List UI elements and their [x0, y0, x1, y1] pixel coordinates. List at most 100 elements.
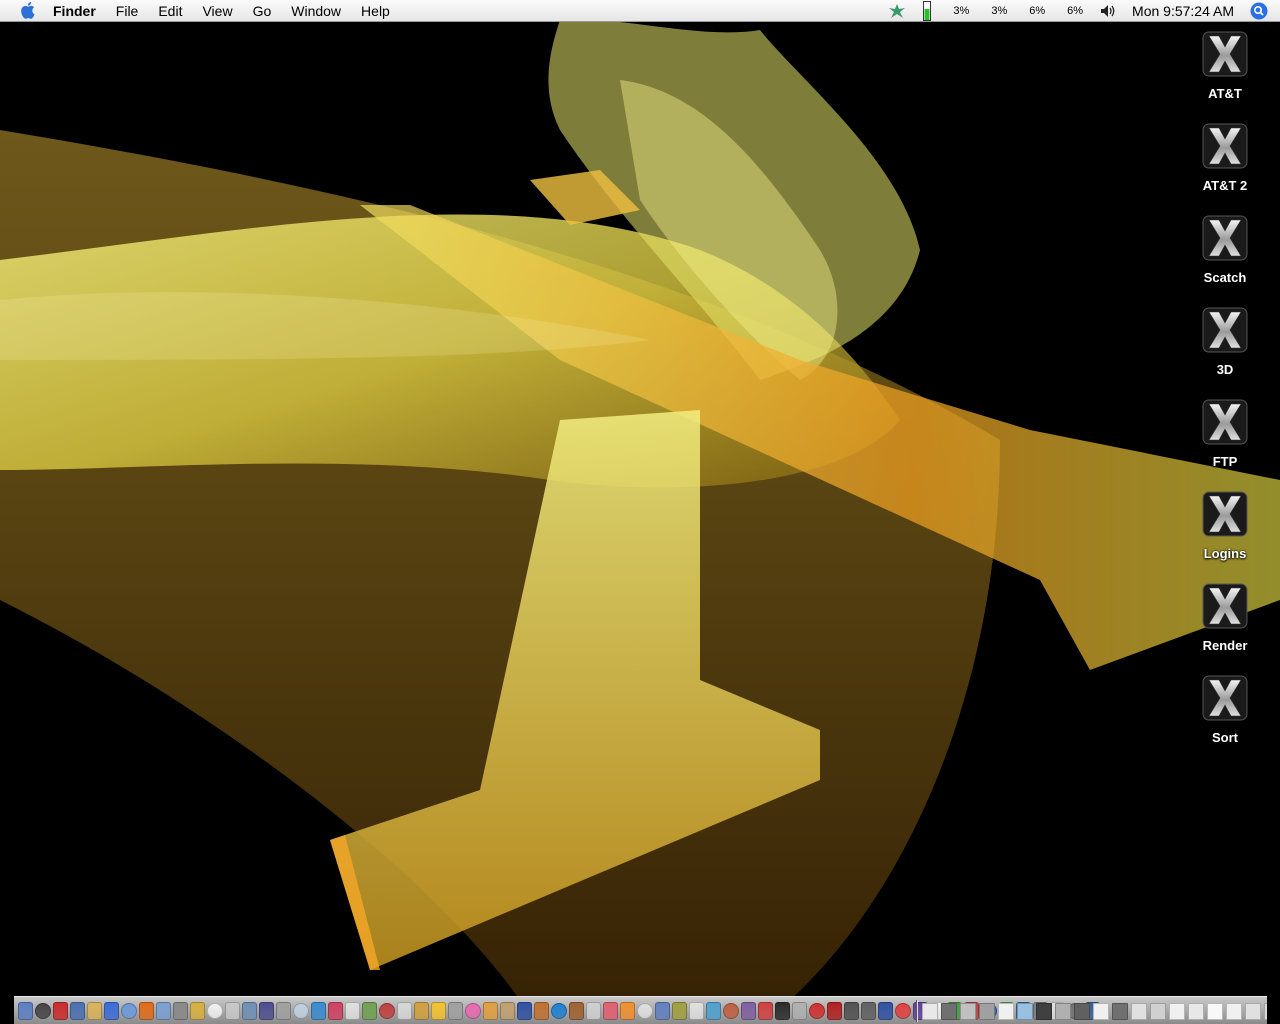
desktop-icon[interactable]: Sort	[1167, 674, 1280, 745]
desktop-icon-label: AT&T 2	[1202, 178, 1248, 193]
dock-app-icon[interactable]	[276, 1002, 291, 1020]
dock-app-icon[interactable]	[379, 1003, 395, 1019]
dock-document-icon[interactable]	[1245, 1002, 1261, 1020]
dock-app-icon[interactable]	[156, 1002, 171, 1020]
dock-document-icon[interactable]	[941, 1002, 957, 1020]
dock-app-icon[interactable]	[53, 1002, 68, 1020]
desktop-icon[interactable]: Scatch	[1167, 214, 1280, 285]
dock-app-icon[interactable]	[87, 1002, 102, 1020]
dock-app-icon[interactable]	[431, 1002, 446, 1020]
volume-icon[interactable]	[1098, 0, 1120, 22]
dock-document-icon[interactable]	[1074, 1002, 1090, 1020]
dock-app-icon[interactable]	[173, 1002, 188, 1020]
dock-app-icon[interactable]	[844, 1002, 859, 1020]
dock-app-icon[interactable]	[706, 1002, 721, 1020]
dock-app-icon[interactable]	[569, 1002, 584, 1020]
dock-document-icon[interactable]	[1150, 1002, 1166, 1020]
dock-app-icon[interactable]	[328, 1002, 343, 1020]
dock-app-icon[interactable]	[414, 1002, 429, 1020]
dock-app-icon[interactable]	[551, 1003, 567, 1019]
cpu-meter-1[interactable]: 3%	[942, 5, 980, 17]
dock-document-icon[interactable]	[1093, 1002, 1109, 1020]
menu-help[interactable]: Help	[351, 0, 400, 22]
dock-document-icon[interactable]	[998, 1002, 1014, 1020]
dock-app-icon[interactable]	[672, 1002, 687, 1020]
dock-app-icon[interactable]	[207, 1003, 223, 1019]
menu-window[interactable]: Window	[281, 0, 351, 22]
dock-document-icon[interactable]	[960, 1002, 976, 1020]
dock-document-icon[interactable]	[1264, 1002, 1267, 1020]
dock-app-icon[interactable]	[190, 1002, 205, 1020]
desktop-icon[interactable]: AT&T	[1167, 30, 1280, 101]
dock-app-icon[interactable]	[18, 1002, 33, 1020]
dock-document-icon[interactable]	[1226, 1002, 1242, 1020]
dock-document-icon[interactable]	[979, 1002, 995, 1020]
dock-app-icon[interactable]	[345, 1002, 360, 1020]
dock-app-icon[interactable]	[827, 1002, 842, 1020]
apple-logo-icon[interactable]	[17, 0, 39, 22]
dock-document-icon[interactable]	[1188, 1002, 1204, 1020]
tiger-x-icon	[1202, 583, 1248, 629]
dock-app-icon[interactable]	[689, 1002, 704, 1020]
dock-app-icon[interactable]	[586, 1002, 601, 1020]
dock-document-icon[interactable]	[1055, 1002, 1071, 1020]
menu-clock[interactable]: Mon 9:57:24 AM	[1124, 3, 1248, 19]
leaf-icon[interactable]	[886, 0, 908, 22]
dock-app-icon[interactable]	[397, 1002, 412, 1020]
dock-app-icon[interactable]	[311, 1002, 326, 1020]
dock-app-icon[interactable]	[637, 1003, 653, 1019]
desktop-icon[interactable]: AT&T 2	[1167, 122, 1280, 193]
dock-app-icon[interactable]	[809, 1003, 825, 1019]
dock-app-icon[interactable]	[293, 1003, 309, 1019]
dock-app-icon[interactable]	[534, 1002, 549, 1020]
menu-go[interactable]: Go	[243, 0, 282, 22]
dock-document-icon[interactable]	[1017, 1002, 1033, 1020]
menu-extras: 3% 3% 6% 6% Mon 9:57:24 AM	[882, 0, 1280, 22]
dock-app-icon[interactable]	[895, 1003, 911, 1019]
dock-document-icon[interactable]	[1112, 1002, 1128, 1020]
desktop-icon[interactable]: Render	[1167, 582, 1280, 653]
dock-app-icon[interactable]	[603, 1002, 618, 1020]
dock-app-icon[interactable]	[483, 1002, 498, 1020]
dock-document-icon[interactable]	[1036, 1002, 1052, 1020]
dock-app-icon[interactable]	[225, 1002, 240, 1020]
dock-app-icon[interactable]	[35, 1003, 51, 1019]
cpu-meter-3[interactable]: 6%	[1018, 5, 1056, 17]
desktop-icon[interactable]: Logins	[1167, 490, 1280, 561]
dock-app-icon[interactable]	[775, 1002, 790, 1020]
dock-app-icon[interactable]	[792, 1002, 807, 1020]
dock-document-icon[interactable]	[1131, 1002, 1147, 1020]
desktop-icon[interactable]: 3D	[1167, 306, 1280, 377]
dock-app-icon[interactable]	[758, 1002, 773, 1020]
cpu-meter-2[interactable]: 3%	[980, 5, 1018, 17]
dock-app-icon[interactable]	[448, 1002, 463, 1020]
spotlight-icon[interactable]	[1248, 0, 1270, 22]
dock-document-icon[interactable]	[1207, 1002, 1223, 1020]
menu-view[interactable]: View	[192, 0, 242, 22]
dock-app-icon[interactable]	[70, 1002, 85, 1020]
dock-app-icon[interactable]	[723, 1003, 739, 1019]
cpu-meter-4[interactable]: 6%	[1056, 5, 1094, 17]
dock-app-icon[interactable]	[500, 1002, 515, 1020]
dock-app-icon[interactable]	[655, 1002, 670, 1020]
desktop-icon[interactable]: FTP	[1167, 398, 1280, 469]
dock-app-icon[interactable]	[620, 1002, 635, 1020]
dock-app-icon[interactable]	[259, 1002, 274, 1020]
dock-document-icon[interactable]	[922, 1002, 938, 1020]
menu-edit[interactable]: Edit	[148, 0, 192, 22]
battery-meter-icon[interactable]	[916, 0, 938, 22]
dock-app-icon[interactable]	[878, 1002, 893, 1020]
dock-app-icon[interactable]	[121, 1003, 137, 1019]
dock-app-icon[interactable]	[741, 1002, 756, 1020]
dock-app-icon[interactable]	[104, 1002, 119, 1020]
dock-document-icon[interactable]	[1169, 1002, 1185, 1020]
dock-app-icon[interactable]	[861, 1002, 876, 1020]
dock-app-icon[interactable]	[465, 1003, 481, 1019]
menu-file[interactable]: File	[106, 0, 149, 22]
dock-app-icon[interactable]	[517, 1002, 532, 1020]
dock-app-icon[interactable]	[139, 1002, 154, 1020]
dock-app-icon[interactable]	[242, 1002, 257, 1020]
menu-app-finder[interactable]: Finder	[53, 0, 106, 22]
desktop-icon-label: FTP	[1212, 454, 1238, 469]
dock-app-icon[interactable]	[362, 1002, 377, 1020]
